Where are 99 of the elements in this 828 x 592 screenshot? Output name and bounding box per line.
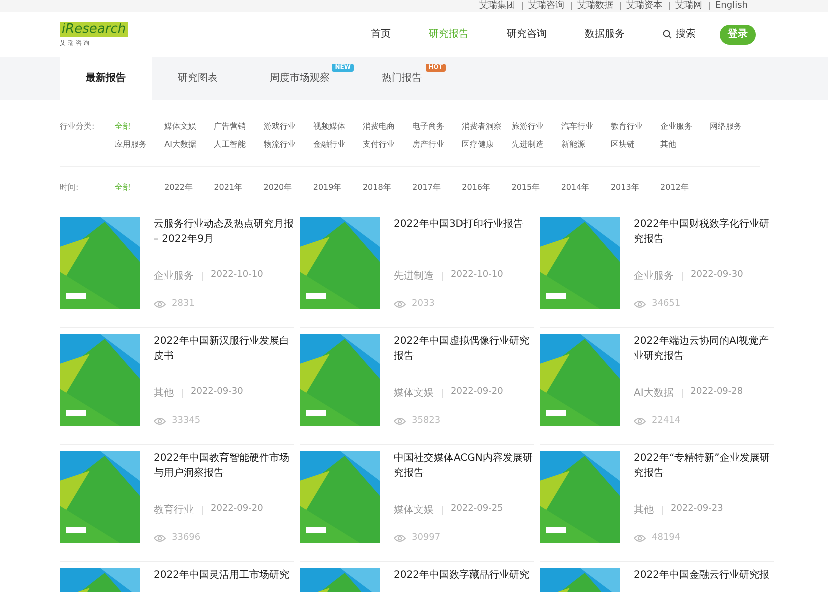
filter-option[interactable]: 2015年 [512,179,554,197]
filter-option[interactable]: 2022年 [164,179,207,197]
filter-option[interactable]: 医疗健康 [462,136,504,154]
filter-option[interactable]: 2013年 [610,179,653,197]
filter-option[interactable]: 消费电商 [362,118,405,136]
filter-option[interactable]: 2018年 [362,179,405,197]
report-title[interactable]: 2022年中国新汉服行业发展白皮书 [154,334,294,364]
filter-option[interactable]: 广告营销 [214,118,256,136]
report-category: AI大数据 [634,386,674,400]
report-category: 媒体文娱 [394,504,434,518]
report-date: 2022-09-20 [451,386,504,400]
view-count: 22414 [652,414,681,428]
report-date: 2022-09-23 [671,503,724,516]
top-link[interactable]: 艾瑞资本 [626,2,662,10]
filter-option[interactable]: 2014年 [561,179,604,197]
logo[interactable]: iResearch [60,22,128,36]
view-count: 35823 [412,414,441,428]
filter-option[interactable]: 视频媒体 [313,118,356,136]
search-button[interactable]: 搜索 [663,27,696,42]
eye-icon [154,534,166,543]
report-title[interactable]: 2022年中国财税数字化行业研究报告 [634,217,774,247]
nav-link[interactable]: 首页 [371,27,391,42]
report-date: 2022-09-25 [451,503,504,516]
eye-icon [634,534,646,543]
eye-icon [394,300,406,309]
report-title[interactable]: 中国社交媒体ACGN内容发展研究报告 [394,451,534,481]
search-icon [663,30,672,39]
top-link[interactable]: 艾瑞咨询 [528,2,564,10]
filter-option[interactable]: 2012年 [660,179,703,197]
tab[interactable]: 最新报告 [60,57,152,100]
filter-option[interactable]: 2020年 [264,179,306,197]
report-date: 2022-10-10 [211,269,264,282]
filter-option[interactable]: 人工智能 [214,136,256,154]
nav-link[interactable]: 数据服务 [585,27,625,42]
top-link[interactable]: 艾瑞集团 [480,2,516,10]
report-title[interactable]: 2022年端边云协同的AI视觉产业研究报告 [634,334,774,364]
report-category: 企业服务 [154,270,194,284]
report-title[interactable]: 2022年中国教育智能硬件市场与用户洞察报告 [154,451,294,481]
report-category: 教育行业 [154,504,194,518]
filter-option[interactable]: 新能源 [561,136,604,154]
filter-option[interactable]: 2021年 [214,179,256,197]
report-title[interactable]: 2022年中国数字藏品行业研究 [394,568,534,583]
top-link[interactable]: 艾瑞数据 [578,2,614,10]
filter-option[interactable]: 网络服务 [710,118,752,136]
filter-option[interactable]: 支付行业 [362,136,405,154]
eye-icon [154,300,166,309]
view-count: 2033 [412,298,435,310]
report-category: 企业服务 [634,270,674,284]
tab[interactable]: 研究图表 [152,57,244,100]
filter-option[interactable]: 物流行业 [264,136,306,154]
filter-option[interactable]: 房产行业 [412,136,455,154]
report-date: 2022-09-28 [690,386,744,400]
filter-option[interactable]: 金融行业 [313,136,356,154]
eye-icon [634,416,646,426]
filter-option[interactable]: 应用服务 [115,136,157,154]
top-link[interactable]: 艾瑞网 [676,2,702,10]
view-count: 30997 [412,532,441,544]
report-title[interactable]: 2022年中国灵活用工市场研究 [154,568,294,583]
report-date: 2022-09-30 [691,269,744,282]
view-count: 33696 [172,532,201,544]
top-link[interactable]: English [716,2,748,10]
report-category: 其他 [634,504,654,518]
report-title[interactable]: 2022年中国虚拟偶像行业研究报告 [394,334,534,364]
view-count: 33345 [172,414,201,428]
filter-option[interactable]: 2019年 [313,179,356,197]
eye-icon [394,534,406,543]
filter-option[interactable]: 教育行业 [610,118,653,136]
filter-label: 时间: [60,182,80,194]
filter-option[interactable]: AI大数据 [164,136,207,154]
filter-option[interactable]: 旅游行业 [512,118,554,136]
filter-label: 行业分类: [60,121,96,133]
nav-link[interactable]: 研究咨询 [507,27,547,42]
view-count: 2831 [172,298,195,310]
eye-icon [394,416,406,426]
view-count: 48194 [652,532,681,544]
filter-option[interactable]: 消费者洞察 [462,118,504,136]
filter-option[interactable]: 媒体文娱 [164,118,207,136]
report-title[interactable]: 2022年“专精特新”企业发展研究报告 [634,451,774,481]
filter-option[interactable]: 汽车行业 [561,118,604,136]
filter-option[interactable]: 区块链 [610,136,653,154]
report-date: 2022-10-10 [451,269,504,282]
eye-icon [634,300,646,309]
report-title[interactable]: 2022年中国3D打印行业报告 [394,217,534,232]
report-date: 2022-09-20 [211,503,264,516]
filter-option[interactable]: 企业服务 [660,118,703,136]
filter-option[interactable]: 2017年 [412,179,455,197]
eye-icon [154,416,166,426]
report-category: 先进制造 [394,270,434,284]
filter-option[interactable]: 游戏行业 [264,118,306,136]
filter-option[interactable]: 2016年 [462,179,504,197]
report-category: 媒体文娱 [394,386,434,400]
view-count: 34651 [652,298,681,310]
filter-option[interactable]: 其他 [660,136,703,154]
filter-option[interactable]: 先进制造 [512,136,554,154]
filter-option[interactable]: 电子商务 [412,118,455,136]
report-title[interactable]: 2022年中国金融云行业研究报 [634,568,774,583]
report-date: 2022-09-30 [191,386,244,400]
report-category: 其他 [154,386,174,400]
report-title[interactable]: 云服务行业动态及热点研究月报 – 2022年9月 [154,217,294,247]
